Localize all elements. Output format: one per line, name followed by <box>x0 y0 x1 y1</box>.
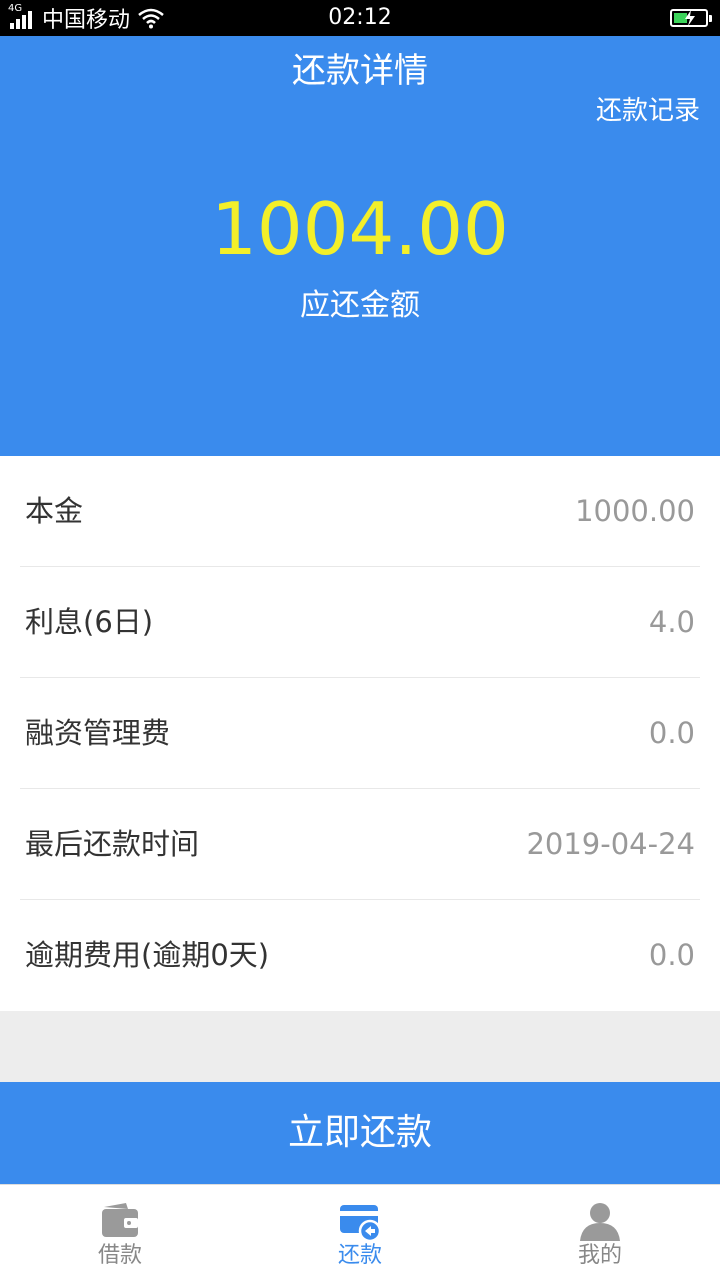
amount-due-label: 应还金额 <box>300 288 420 323</box>
battery-charging-icon <box>670 9 712 27</box>
detail-row-overdue-fee: 逾期费用(逾期0天) 0.0 <box>20 900 700 1011</box>
amount-due: 1004.00 <box>211 187 509 271</box>
repayment-details-list: 本金 1000.00 利息(6日) 4.0 融资管理费 0.0 最后还款时间 2… <box>0 456 720 1011</box>
tab-label: 我的 <box>577 1243 622 1268</box>
status-time: 02:12 <box>328 5 392 30</box>
repayment-header: 还款详情 还款记录 1004.00 应还金额 <box>0 36 720 456</box>
bottom-tab-bar: 借款 还款 我的 <box>0 1184 720 1280</box>
detail-label: 最后还款时间 <box>25 827 200 861</box>
repayment-records-link[interactable]: 还款记录 <box>596 94 700 128</box>
detail-label: 逾期费用(逾期0天) <box>25 938 270 972</box>
page-title: 还款详情 <box>292 51 428 91</box>
tab-label: 借款 <box>97 1243 142 1268</box>
repay-now-button[interactable]: 立即还款 <box>0 1082 720 1184</box>
detail-row-due-date: 最后还款时间 2019-04-24 <box>20 789 700 900</box>
wallet-icon <box>102 1203 138 1237</box>
status-bar: 4G 中国移动 02:12 <box>0 0 720 36</box>
detail-row-interest: 利息(6日) 4.0 <box>20 567 700 678</box>
detail-row-management-fee: 融资管理费 0.0 <box>20 678 700 789</box>
detail-label: 融资管理费 <box>25 716 171 750</box>
tab-label: 还款 <box>337 1243 382 1268</box>
detail-label: 利息(6日) <box>25 605 154 639</box>
detail-value: 2019-04-24 <box>526 827 695 861</box>
detail-value: 4.0 <box>648 605 695 639</box>
tab-repay[interactable]: 还款 <box>240 1185 480 1280</box>
detail-value: 0.0 <box>648 938 695 972</box>
tab-borrow[interactable]: 借款 <box>0 1185 240 1280</box>
tab-mine[interactable]: 我的 <box>480 1185 720 1280</box>
detail-row-principal: 本金 1000.00 <box>20 456 700 567</box>
detail-value: 1000.00 <box>575 494 695 528</box>
card-return-icon <box>340 1205 382 1243</box>
detail-value: 0.0 <box>648 716 695 750</box>
detail-label: 本金 <box>25 494 84 528</box>
person-icon <box>580 1203 620 1241</box>
